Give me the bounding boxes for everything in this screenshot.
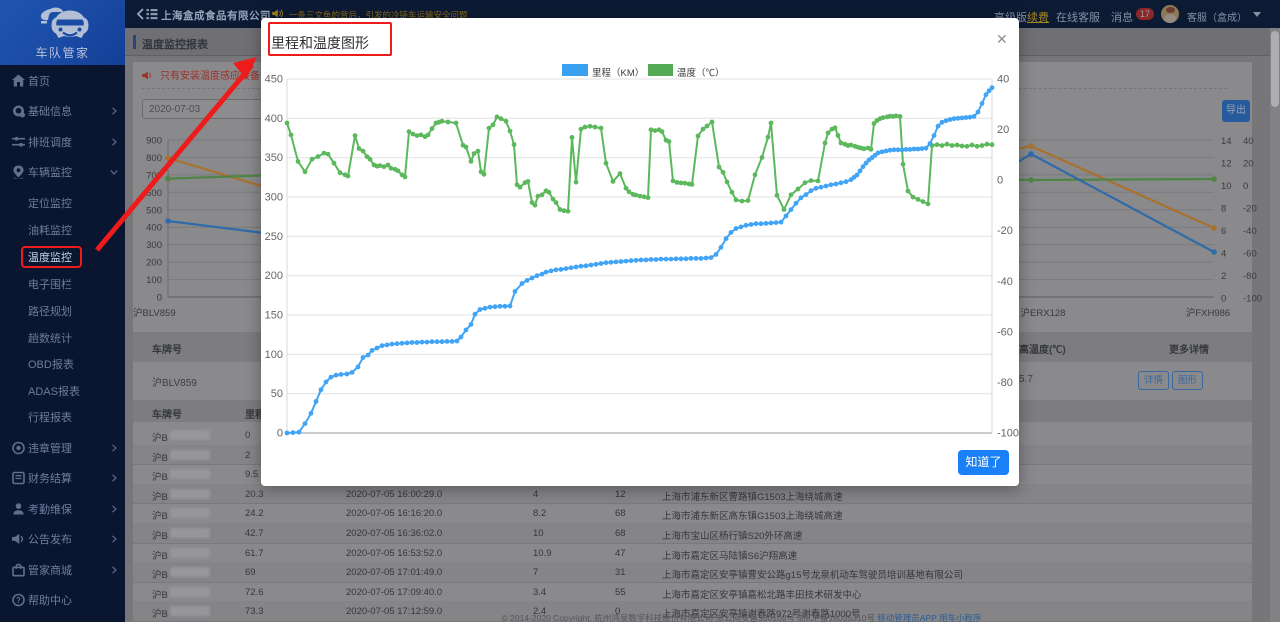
svg-text:10: 10 bbox=[1221, 181, 1232, 192]
svg-text:2: 2 bbox=[1221, 271, 1226, 282]
svg-text:沪BLV859: 沪BLV859 bbox=[133, 307, 176, 319]
svg-text:-60: -60 bbox=[997, 326, 1013, 338]
svg-text:-80: -80 bbox=[997, 377, 1013, 389]
svg-text:-80: -80 bbox=[1243, 271, 1257, 282]
svg-text:-60: -60 bbox=[1243, 249, 1257, 260]
svg-text:50: 50 bbox=[271, 388, 283, 400]
svg-text:-40: -40 bbox=[997, 276, 1013, 288]
svg-text:0: 0 bbox=[997, 175, 1003, 187]
svg-text:100: 100 bbox=[265, 349, 283, 361]
svg-text:-100: -100 bbox=[997, 428, 1019, 440]
svg-text:0: 0 bbox=[1221, 294, 1226, 305]
svg-text:150: 150 bbox=[265, 310, 283, 322]
svg-text:12: 12 bbox=[1221, 159, 1232, 170]
svg-text:-100: -100 bbox=[1243, 294, 1262, 305]
svg-text:0: 0 bbox=[1243, 181, 1248, 192]
svg-text:8: 8 bbox=[1221, 204, 1226, 215]
svg-text:20: 20 bbox=[1243, 159, 1254, 170]
svg-text:6: 6 bbox=[1221, 226, 1226, 237]
svg-text:14: 14 bbox=[1221, 136, 1232, 147]
svg-text:-40: -40 bbox=[1243, 226, 1257, 237]
svg-text:0: 0 bbox=[277, 428, 283, 440]
svg-text:4: 4 bbox=[1221, 249, 1226, 260]
svg-text:40: 40 bbox=[1243, 136, 1254, 147]
svg-text:-20: -20 bbox=[997, 225, 1013, 237]
svg-text:沪ERX128: 沪ERX128 bbox=[1021, 307, 1066, 319]
svg-text:?: ? bbox=[16, 596, 21, 605]
svg-text:-20: -20 bbox=[1243, 204, 1257, 215]
svg-text:沪FXH986: 沪FXH986 bbox=[1186, 307, 1230, 319]
svg-text:20: 20 bbox=[997, 124, 1009, 136]
svg-text:40: 40 bbox=[997, 74, 1009, 86]
